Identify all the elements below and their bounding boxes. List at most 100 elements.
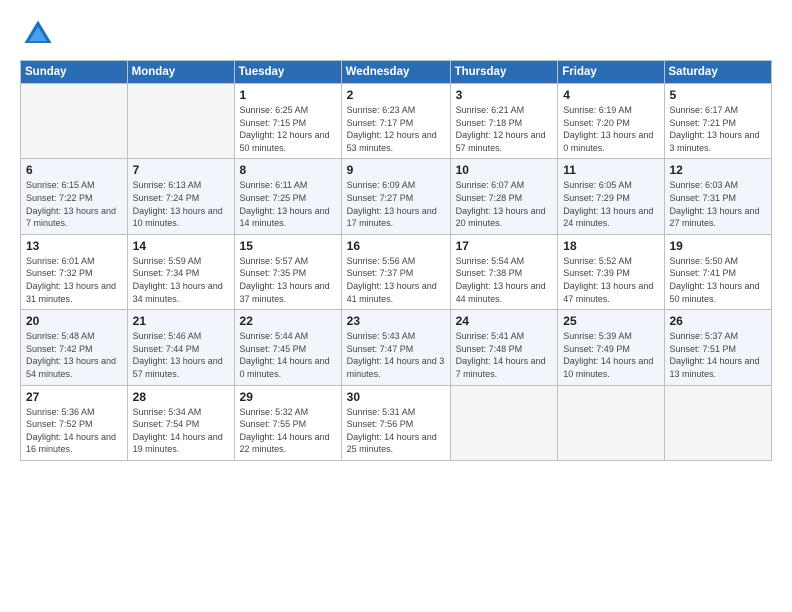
weekday-header-tuesday: Tuesday xyxy=(234,61,341,84)
calendar-cell: 30 Sunrise: 5:31 AMSunset: 7:56 PMDayligh… xyxy=(341,385,450,460)
day-number: 19 xyxy=(670,239,767,253)
weekday-header-monday: Monday xyxy=(127,61,234,84)
day-number: 13 xyxy=(26,239,122,253)
calendar-cell xyxy=(558,385,664,460)
day-info: Sunrise: 5:39 AMSunset: 7:49 PMDaylight:… xyxy=(563,330,658,380)
day-info: Sunrise: 5:50 AMSunset: 7:41 PMDaylight:… xyxy=(670,255,767,305)
calendar-cell: 5 Sunrise: 6:17 AMSunset: 7:21 PMDaylight… xyxy=(664,84,772,159)
day-info: Sunrise: 6:01 AMSunset: 7:32 PMDaylight:… xyxy=(26,255,122,305)
day-info: Sunrise: 6:09 AMSunset: 7:27 PMDaylight:… xyxy=(347,179,445,229)
day-number: 30 xyxy=(347,390,445,404)
day-info: Sunrise: 5:41 AMSunset: 7:48 PMDaylight:… xyxy=(456,330,553,380)
day-number: 5 xyxy=(670,88,767,102)
day-number: 11 xyxy=(563,163,658,177)
calendar-cell: 1 Sunrise: 6:25 AMSunset: 7:15 PMDaylight… xyxy=(234,84,341,159)
day-number: 7 xyxy=(133,163,229,177)
calendar-cell: 4 Sunrise: 6:19 AMSunset: 7:20 PMDaylight… xyxy=(558,84,664,159)
day-number: 1 xyxy=(240,88,336,102)
day-info: Sunrise: 6:19 AMSunset: 7:20 PMDaylight:… xyxy=(563,104,658,154)
day-info: Sunrise: 5:32 AMSunset: 7:55 PMDaylight:… xyxy=(240,406,336,456)
day-number: 18 xyxy=(563,239,658,253)
calendar-cell xyxy=(450,385,558,460)
day-info: Sunrise: 6:05 AMSunset: 7:29 PMDaylight:… xyxy=(563,179,658,229)
calendar-week-4: 20 Sunrise: 5:48 AMSunset: 7:42 PMDayligh… xyxy=(21,310,772,385)
day-info: Sunrise: 5:36 AMSunset: 7:52 PMDaylight:… xyxy=(26,406,122,456)
weekday-header-friday: Friday xyxy=(558,61,664,84)
day-info: Sunrise: 6:13 AMSunset: 7:24 PMDaylight:… xyxy=(133,179,229,229)
calendar-cell: 21 Sunrise: 5:46 AMSunset: 7:44 PMDayligh… xyxy=(127,310,234,385)
day-number: 9 xyxy=(347,163,445,177)
day-number: 20 xyxy=(26,314,122,328)
day-info: Sunrise: 5:56 AMSunset: 7:37 PMDaylight:… xyxy=(347,255,445,305)
day-number: 16 xyxy=(347,239,445,253)
day-number: 26 xyxy=(670,314,767,328)
calendar-cell: 28 Sunrise: 5:34 AMSunset: 7:54 PMDayligh… xyxy=(127,385,234,460)
day-info: Sunrise: 6:21 AMSunset: 7:18 PMDaylight:… xyxy=(456,104,553,154)
calendar-cell: 18 Sunrise: 5:52 AMSunset: 7:39 PMDayligh… xyxy=(558,234,664,309)
day-info: Sunrise: 5:43 AMSunset: 7:47 PMDaylight:… xyxy=(347,330,445,380)
weekday-header-thursday: Thursday xyxy=(450,61,558,84)
day-number: 10 xyxy=(456,163,553,177)
calendar-cell xyxy=(21,84,128,159)
day-info: Sunrise: 5:46 AMSunset: 7:44 PMDaylight:… xyxy=(133,330,229,380)
day-number: 15 xyxy=(240,239,336,253)
day-number: 12 xyxy=(670,163,767,177)
day-info: Sunrise: 6:25 AMSunset: 7:15 PMDaylight:… xyxy=(240,104,336,154)
day-number: 2 xyxy=(347,88,445,102)
day-info: Sunrise: 6:11 AMSunset: 7:25 PMDaylight:… xyxy=(240,179,336,229)
calendar-table: SundayMondayTuesdayWednesdayThursdayFrid… xyxy=(20,60,772,461)
day-info: Sunrise: 6:15 AMSunset: 7:22 PMDaylight:… xyxy=(26,179,122,229)
logo xyxy=(20,16,62,52)
calendar-week-2: 6Sunrise: 6:15 AMSunset: 7:22 PMDaylight… xyxy=(21,159,772,234)
calendar-cell: 26 Sunrise: 5:37 AMSunset: 7:51 PMDayligh… xyxy=(664,310,772,385)
day-info: Sunrise: 6:03 AMSunset: 7:31 PMDaylight:… xyxy=(670,179,767,229)
calendar-cell: 23 Sunrise: 5:43 AMSunset: 7:47 PMDayligh… xyxy=(341,310,450,385)
weekday-header-sunday: Sunday xyxy=(21,61,128,84)
calendar-cell: 22 Sunrise: 5:44 AMSunset: 7:45 PMDayligh… xyxy=(234,310,341,385)
day-info: Sunrise: 5:48 AMSunset: 7:42 PMDaylight:… xyxy=(26,330,122,380)
day-info: Sunrise: 5:37 AMSunset: 7:51 PMDaylight:… xyxy=(670,330,767,380)
calendar-cell: 8 Sunrise: 6:11 AMSunset: 7:25 PMDaylight… xyxy=(234,159,341,234)
day-info: Sunrise: 5:34 AMSunset: 7:54 PMDaylight:… xyxy=(133,406,229,456)
day-number: 28 xyxy=(133,390,229,404)
logo-icon xyxy=(20,16,56,52)
calendar-cell xyxy=(127,84,234,159)
weekday-header-wednesday: Wednesday xyxy=(341,61,450,84)
calendar-cell: 7 Sunrise: 6:13 AMSunset: 7:24 PMDaylight… xyxy=(127,159,234,234)
calendar-week-3: 13 Sunrise: 6:01 AMSunset: 7:32 PMDayligh… xyxy=(21,234,772,309)
day-number: 4 xyxy=(563,88,658,102)
day-info: Sunrise: 5:59 AMSunset: 7:34 PMDaylight:… xyxy=(133,255,229,305)
day-info: Sunrise: 6:23 AMSunset: 7:17 PMDaylight:… xyxy=(347,104,445,154)
day-number: 22 xyxy=(240,314,336,328)
day-number: 8 xyxy=(240,163,336,177)
day-info: Sunrise: 5:52 AMSunset: 7:39 PMDaylight:… xyxy=(563,255,658,305)
day-number: 24 xyxy=(456,314,553,328)
calendar-cell: 11 Sunrise: 6:05 AMSunset: 7:29 PMDayligh… xyxy=(558,159,664,234)
calendar-week-1: 1 Sunrise: 6:25 AMSunset: 7:15 PMDaylight… xyxy=(21,84,772,159)
day-info: Sunrise: 6:17 AMSunset: 7:21 PMDaylight:… xyxy=(670,104,767,154)
calendar-cell: 14Sunrise: 5:59 AMSunset: 7:34 PMDayligh… xyxy=(127,234,234,309)
day-number: 27 xyxy=(26,390,122,404)
day-number: 21 xyxy=(133,314,229,328)
calendar-cell: 16 Sunrise: 5:56 AMSunset: 7:37 PMDayligh… xyxy=(341,234,450,309)
day-info: Sunrise: 5:54 AMSunset: 7:38 PMDaylight:… xyxy=(456,255,553,305)
day-number: 17 xyxy=(456,239,553,253)
page: SundayMondayTuesdayWednesdayThursdayFrid… xyxy=(0,0,792,612)
calendar-cell: 29Sunrise: 5:32 AMSunset: 7:55 PMDayligh… xyxy=(234,385,341,460)
day-info: Sunrise: 5:31 AMSunset: 7:56 PMDaylight:… xyxy=(347,406,445,456)
day-info: Sunrise: 5:57 AMSunset: 7:35 PMDaylight:… xyxy=(240,255,336,305)
calendar-cell: 24 Sunrise: 5:41 AMSunset: 7:48 PMDayligh… xyxy=(450,310,558,385)
calendar-cell: 3Sunrise: 6:21 AMSunset: 7:18 PMDaylight… xyxy=(450,84,558,159)
header xyxy=(20,16,772,52)
calendar-cell: 2 Sunrise: 6:23 AMSunset: 7:17 PMDaylight… xyxy=(341,84,450,159)
day-info: Sunrise: 5:44 AMSunset: 7:45 PMDaylight:… xyxy=(240,330,336,380)
calendar-cell: 13 Sunrise: 6:01 AMSunset: 7:32 PMDayligh… xyxy=(21,234,128,309)
calendar-cell xyxy=(664,385,772,460)
day-number: 25 xyxy=(563,314,658,328)
weekday-header-row: SundayMondayTuesdayWednesdayThursdayFrid… xyxy=(21,61,772,84)
calendar-cell: 25 Sunrise: 5:39 AMSunset: 7:49 PMDayligh… xyxy=(558,310,664,385)
calendar-cell: 10Sunrise: 6:07 AMSunset: 7:28 PMDayligh… xyxy=(450,159,558,234)
calendar-cell: 12 Sunrise: 6:03 AMSunset: 7:31 PMDayligh… xyxy=(664,159,772,234)
day-number: 23 xyxy=(347,314,445,328)
calendar-cell: 15 Sunrise: 5:57 AMSunset: 7:35 PMDayligh… xyxy=(234,234,341,309)
